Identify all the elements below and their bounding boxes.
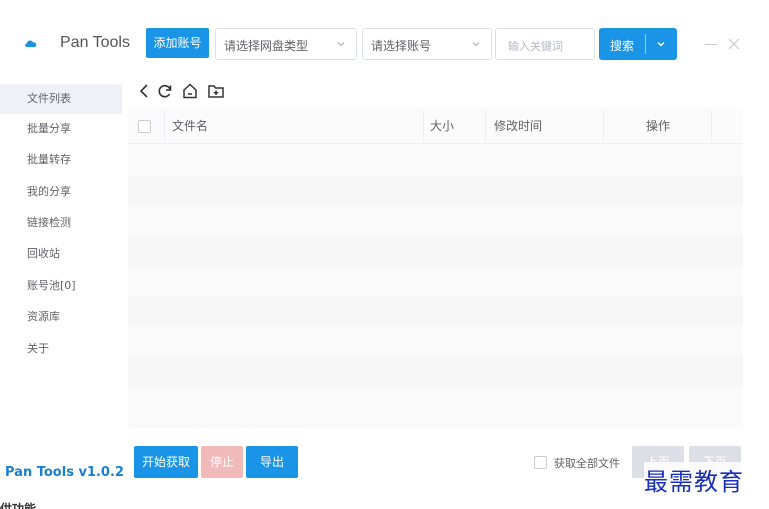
file-table: 文件名 大小 修改时间 操作: [128, 108, 743, 428]
sidebar-item-batch-share[interactable]: 批量分享: [0, 114, 122, 144]
app-version: Pan Tools v1.0.2: [5, 465, 124, 480]
sidebar-item-about[interactable]: 关于: [0, 334, 122, 364]
table-header: 文件名 大小 修改时间 操作: [128, 108, 743, 144]
keyword-input[interactable]: 输入关键词: [495, 28, 595, 60]
back-icon[interactable]: [136, 82, 154, 100]
sidebar-item-resource-library[interactable]: 资源库: [0, 302, 122, 332]
empty-row: [128, 236, 743, 266]
close-icon[interactable]: [728, 38, 740, 50]
column-divider: [603, 110, 604, 142]
column-header-filename[interactable]: 文件名: [172, 108, 208, 144]
keyword-placeholder: 输入关键词: [508, 40, 563, 53]
cloud-logo-icon: [25, 40, 37, 47]
search-button-divider: [645, 34, 646, 54]
account-select[interactable]: 请选择账号: [362, 28, 492, 60]
home-icon[interactable]: [181, 82, 199, 100]
app-title: Pan Tools: [60, 34, 130, 51]
column-divider: [164, 110, 165, 142]
disk-type-placeholder: 请选择网盘类型: [224, 39, 309, 53]
empty-row: [128, 296, 743, 326]
search-button[interactable]: 搜索: [599, 28, 677, 60]
new-folder-icon[interactable]: [207, 82, 225, 100]
sidebar-item-my-shares[interactable]: 我的分享: [0, 177, 122, 207]
get-all-files-label: 获取全部文件: [554, 457, 620, 470]
sidebar-item-recycle-bin[interactable]: 回收站: [0, 239, 122, 269]
top-bar: Pan Tools 添加账号 请选择网盘类型 请选择账号 输入关键词 搜索: [0, 0, 769, 88]
add-account-button[interactable]: 添加账号: [146, 28, 209, 58]
chevron-down-icon: [337, 42, 345, 47]
empty-row: [128, 356, 743, 386]
select-all-checkbox[interactable]: [138, 120, 151, 133]
cutoff-caption: 供功能: [0, 502, 37, 509]
search-dropdown-chevron-icon[interactable]: [656, 39, 666, 49]
chevron-down-icon: [472, 42, 480, 47]
minimize-icon[interactable]: [705, 44, 717, 45]
get-all-files-checkbox[interactable]: [534, 456, 547, 469]
column-header-actions: 操作: [646, 119, 671, 133]
empty-row: [128, 176, 743, 206]
export-button[interactable]: 导出: [246, 446, 298, 478]
stop-button[interactable]: 停止: [201, 446, 243, 478]
sidebar-item-file-list[interactable]: 文件列表: [0, 84, 122, 114]
column-header-size[interactable]: 大小: [430, 108, 454, 144]
sidebar-item-batch-transfer[interactable]: 批量转存: [0, 145, 122, 175]
search-button-label: 搜索: [610, 39, 635, 53]
account-placeholder: 请选择账号: [371, 39, 432, 53]
start-fetch-button[interactable]: 开始获取: [134, 446, 198, 478]
column-header-modified[interactable]: 修改时间: [494, 108, 542, 144]
disk-type-select[interactable]: 请选择网盘类型: [215, 28, 357, 60]
column-divider: [711, 110, 712, 142]
sidebar-item-account-pool[interactable]: 账号池[0]: [0, 271, 122, 301]
column-divider: [485, 110, 486, 142]
watermark: 最需教育: [644, 462, 744, 497]
column-divider: [423, 110, 424, 142]
refresh-icon[interactable]: [156, 82, 174, 100]
sidebar: 文件列表 批量分享 批量转存 我的分享 链接检测 回收站 账号池[0] 资源库 …: [0, 82, 128, 382]
sidebar-item-link-check[interactable]: 链接检测: [0, 208, 122, 238]
